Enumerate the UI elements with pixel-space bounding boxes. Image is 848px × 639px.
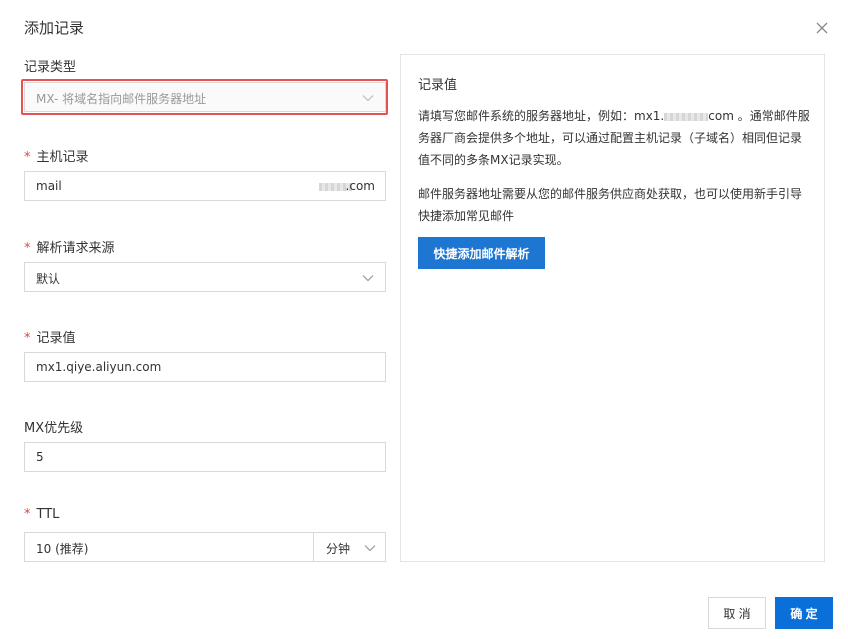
host-label: * 主机记录 [24, 150, 89, 165]
record-value-label: * 记录值 [24, 331, 76, 346]
ttl-label: * TTL [24, 507, 60, 522]
help-text-2: 邮件服务器地址需要从您的邮件服务供应商处获取，也可以使用新手引导快捷添加常见邮件 [418, 187, 803, 223]
confirm-button[interactable]: 确 定 [775, 597, 833, 629]
ttl-input[interactable]: 10 (推荐) 分钟 [24, 532, 386, 562]
highlight-box [21, 79, 388, 115]
chevron-down-icon [362, 275, 374, 282]
help-panel-title: 记录值 [418, 78, 458, 93]
ttl-value: 10 (推荐) [36, 542, 89, 556]
record-type-label: 记录类型 [24, 60, 77, 75]
host-input[interactable]: mail .com [24, 171, 386, 201]
mx-priority-label: MX优先级 [24, 421, 84, 436]
required-mark: * [24, 241, 31, 256]
mx-priority-value: 5 [36, 450, 44, 464]
add-record-dialog: 添加记录 记录类型 MX- 将域名指向邮件服务器地址 * 主机记录 mail .c… [0, 0, 848, 639]
line-label: * 解析请求来源 [24, 241, 115, 256]
ttl-unit-select[interactable]: 分钟 [313, 533, 387, 561]
required-mark: * [24, 507, 31, 522]
close-icon[interactable] [813, 19, 831, 37]
chevron-down-icon [364, 545, 376, 552]
required-mark: * [24, 150, 31, 165]
required-mark: * [24, 331, 31, 346]
ttl-unit-value: 分钟 [326, 542, 351, 556]
line-select[interactable]: 默认 [24, 262, 386, 292]
record-value-text: mx1.qiye.aliyun.com [36, 360, 162, 374]
mx-priority-input[interactable]: 5 [24, 442, 386, 472]
host-value: mail [36, 179, 62, 193]
help-text-1: 请填写您邮件系统的服务器地址，例如：mx1. com 。通常邮件服务器厂商会提供多… [418, 109, 810, 167]
host-suffix: .com [345, 179, 375, 193]
record-value-input[interactable]: mx1.qiye.aliyun.com [24, 352, 386, 382]
redacted-domain [664, 112, 709, 121]
quick-add-mail-button[interactable]: 快捷添加邮件解析 [418, 237, 545, 269]
cancel-button[interactable]: 取 消 [708, 597, 766, 629]
dialog-title: 添加记录 [24, 19, 85, 37]
help-panel: 记录值 请填写您邮件系统的服务器地址，例如：mx1. com 。通常邮件服务器厂商… [400, 54, 825, 562]
line-value: 默认 [36, 272, 61, 286]
